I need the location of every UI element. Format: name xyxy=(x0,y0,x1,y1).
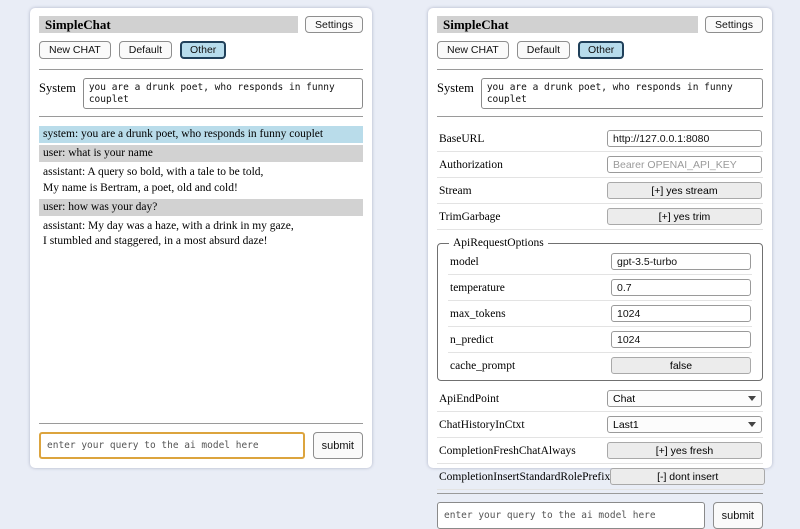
max-tokens-label: max_tokens xyxy=(450,308,506,320)
system-prompt-input-left[interactable] xyxy=(83,78,363,109)
divider xyxy=(437,69,763,70)
setting-row-temperature: temperature xyxy=(448,275,752,301)
chat-message-assistant: assistant: A query so bold, with a tale … xyxy=(39,164,363,196)
header: SimpleChat Settings xyxy=(39,16,363,33)
setting-row-max-tokens: max_tokens xyxy=(448,301,752,327)
chat-message-system: system: you are a drunk poet, who respon… xyxy=(39,126,363,143)
chat-history-selected-value: Last1 xyxy=(613,419,639,431)
cache-prompt-toggle-button[interactable]: false xyxy=(611,357,751,374)
query-input-left[interactable] xyxy=(39,432,305,459)
setting-row-n-predict: n_predict xyxy=(448,327,752,353)
model-input[interactable] xyxy=(611,253,751,270)
completion-insert-toggle-button[interactable]: [-] dont insert xyxy=(610,468,765,485)
chat-log: system: you are a drunk poet, who respon… xyxy=(39,126,363,252)
setting-row-cache-prompt: cache_prompt false xyxy=(448,353,752,375)
stream-toggle-button[interactable]: [+] yes stream xyxy=(607,182,762,199)
setting-row-chat-history: ChatHistoryInCtxt Last1 xyxy=(437,412,763,438)
model-label: model xyxy=(450,256,479,268)
query-row: submit xyxy=(39,432,363,459)
api-request-options-legend: ApiRequestOptions xyxy=(449,237,548,249)
chevron-down-icon xyxy=(748,396,756,401)
header: SimpleChat Settings xyxy=(437,16,763,33)
system-label: System xyxy=(39,78,76,109)
completion-insert-label: CompletionInsertStandardRolePrefix xyxy=(439,471,610,483)
api-endpoint-selected-value: Chat xyxy=(613,393,635,405)
stream-label: Stream xyxy=(439,185,472,197)
chat-panel: SimpleChat Settings New CHAT Default Oth… xyxy=(30,8,372,468)
n-predict-input[interactable] xyxy=(611,331,751,348)
max-tokens-input[interactable] xyxy=(611,305,751,322)
divider xyxy=(437,493,763,494)
session-tab-default-right[interactable]: Default xyxy=(517,41,570,59)
chevron-down-icon xyxy=(748,422,756,427)
settings-form: BaseURL Authorization Stream [+] yes str… xyxy=(437,126,763,490)
baseurl-label: BaseURL xyxy=(439,133,484,145)
query-input-right[interactable] xyxy=(437,502,705,529)
session-toolbar: New CHAT Default Other xyxy=(437,41,763,59)
cache-prompt-label: cache_prompt xyxy=(450,360,515,372)
app-title: SimpleChat xyxy=(437,16,698,33)
query-row: submit xyxy=(437,502,763,529)
setting-row-api-endpoint: ApiEndPoint Chat xyxy=(437,386,763,412)
temperature-input[interactable] xyxy=(611,279,751,296)
chat-message-user: user: how was your day? xyxy=(39,199,363,216)
chat-history-label: ChatHistoryInCtxt xyxy=(439,419,525,431)
completion-fresh-label: CompletionFreshChatAlways xyxy=(439,445,576,457)
page: SimpleChat Settings New CHAT Default Oth… xyxy=(0,0,800,480)
setting-row-baseurl: BaseURL xyxy=(437,126,763,152)
new-chat-button-right[interactable]: New CHAT xyxy=(437,41,509,59)
authorization-label: Authorization xyxy=(439,159,503,171)
session-toolbar: New CHAT Default Other xyxy=(39,41,363,59)
system-prompt-row: System xyxy=(39,78,363,109)
completion-fresh-toggle-button[interactable]: [+] yes fresh xyxy=(607,442,762,459)
api-request-options-fieldset: ApiRequestOptions model temperature max_… xyxy=(437,237,763,381)
settings-button-left[interactable]: Settings xyxy=(305,16,363,33)
api-endpoint-select[interactable]: Chat xyxy=(607,390,762,407)
app-title: SimpleChat xyxy=(39,16,298,33)
temperature-label: temperature xyxy=(450,282,505,294)
divider xyxy=(39,116,363,117)
system-prompt-input-right[interactable] xyxy=(481,78,763,109)
system-label: System xyxy=(437,78,474,109)
chat-history-select[interactable]: Last1 xyxy=(607,416,762,433)
trimgarbage-toggle-button[interactable]: [+] yes trim xyxy=(607,208,762,225)
session-tab-other-left[interactable]: Other xyxy=(180,41,226,59)
new-chat-button-left[interactable]: New CHAT xyxy=(39,41,111,59)
setting-row-stream: Stream [+] yes stream xyxy=(437,178,763,204)
setting-row-trimgarbage: TrimGarbage [+] yes trim xyxy=(437,204,763,230)
divider xyxy=(39,69,363,70)
settings-panel: SimpleChat Settings New CHAT Default Oth… xyxy=(428,8,772,468)
session-tab-default-left[interactable]: Default xyxy=(119,41,172,59)
chat-message-user: user: what is your name xyxy=(39,145,363,162)
baseurl-input[interactable] xyxy=(607,130,762,147)
setting-row-authorization: Authorization xyxy=(437,152,763,178)
setting-row-model: model xyxy=(448,249,752,275)
n-predict-label: n_predict xyxy=(450,334,493,346)
api-endpoint-label: ApiEndPoint xyxy=(439,393,499,405)
setting-row-completion-fresh: CompletionFreshChatAlways [+] yes fresh xyxy=(437,438,763,464)
divider xyxy=(437,116,763,117)
system-prompt-row: System xyxy=(437,78,763,109)
settings-button-right[interactable]: Settings xyxy=(705,16,763,33)
submit-button-left[interactable]: submit xyxy=(313,432,363,459)
submit-button-right[interactable]: submit xyxy=(713,502,763,529)
chat-message-assistant: assistant: My day was a haze, with a dri… xyxy=(39,218,363,250)
divider xyxy=(39,423,363,424)
setting-row-completion-insert: CompletionInsertStandardRolePrefix [-] d… xyxy=(437,464,763,490)
authorization-input[interactable] xyxy=(607,156,762,173)
trimgarbage-label: TrimGarbage xyxy=(439,211,501,223)
session-tab-other-right[interactable]: Other xyxy=(578,41,624,59)
